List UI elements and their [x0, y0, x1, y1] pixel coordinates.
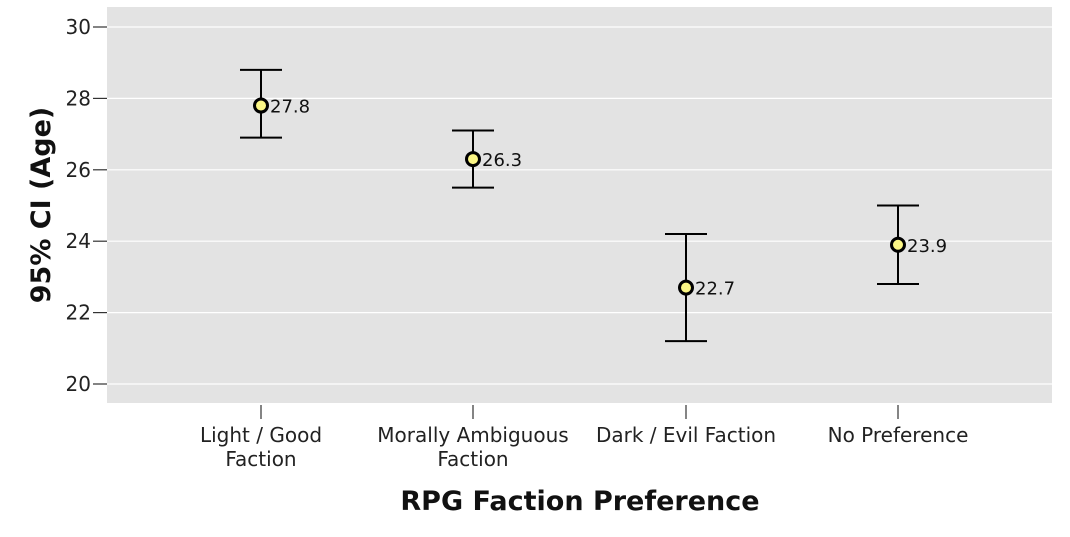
y-axis-title: 95% CI (Age)	[26, 107, 57, 304]
x-tick-label: Dark / Evil Faction	[596, 423, 776, 447]
y-axis: 20 22 24 26 28 30	[66, 15, 107, 396]
data-label: 27.8	[270, 97, 310, 118]
mean-point	[678, 279, 694, 296]
x-axis-title: RPG Faction Preference	[400, 486, 759, 517]
data-label: 22.7	[695, 279, 735, 300]
y-tick-label: 22	[66, 301, 91, 325]
mean-point	[890, 236, 906, 253]
data-label: 26.3	[482, 150, 522, 171]
y-tick-label: 24	[66, 229, 91, 253]
y-tick-label: 30	[66, 15, 91, 39]
mean-point	[465, 151, 481, 168]
y-tick-label: 28	[66, 86, 91, 110]
data-label: 23.9	[907, 236, 947, 257]
x-tick-label: Light / Good Faction	[200, 423, 322, 471]
y-tick-label: 20	[66, 372, 91, 396]
y-tick-label: 26	[66, 158, 91, 182]
x-axis: Light / Good Faction Morally Ambiguous Fact…	[200, 405, 968, 471]
x-tick-label: No Preference	[828, 423, 969, 447]
x-tick-label: Morally Ambiguous Faction	[377, 423, 568, 471]
error-bar-chart: 20 22 24 26 28 30 Light / Good Faction Morally …	[26, 7, 1052, 517]
mean-point	[253, 97, 269, 114]
